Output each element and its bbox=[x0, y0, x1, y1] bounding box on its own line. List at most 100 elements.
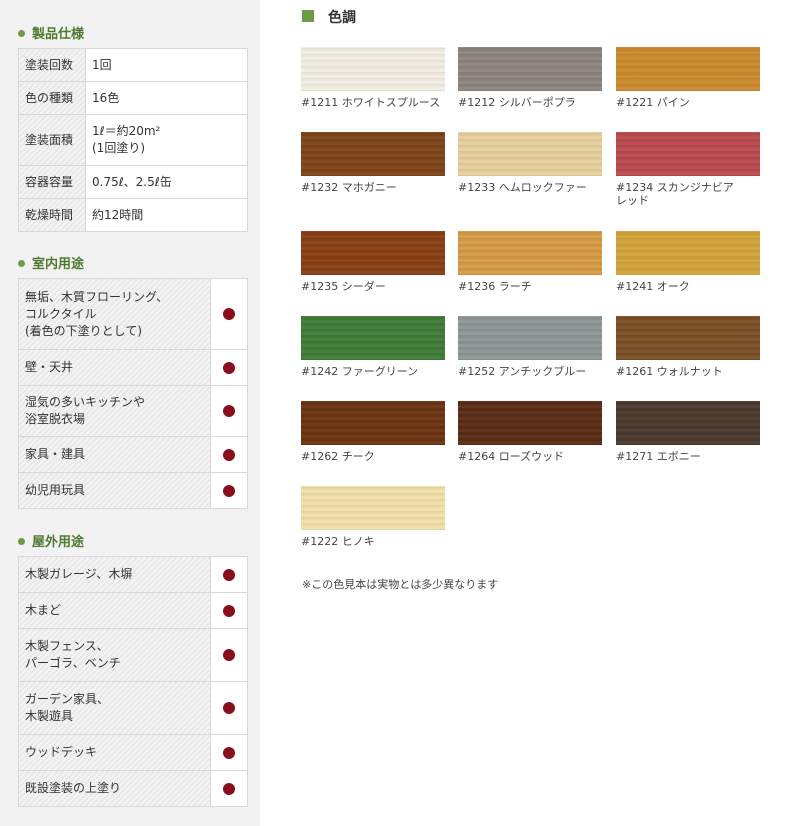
spec-key: 乾燥時間 bbox=[18, 198, 86, 232]
use-label: ウッドデッキ bbox=[18, 734, 211, 771]
use-label: 木製ガレージ、木塀 bbox=[18, 556, 211, 593]
color-swatch: #1211 ホワイトスプルース bbox=[301, 47, 445, 109]
use-label-line: 木製遊具 bbox=[25, 709, 74, 723]
use-mark-cell bbox=[210, 278, 248, 350]
color-swatch: #1233 ヘムロックファー bbox=[458, 132, 602, 194]
use-mark-cell bbox=[210, 349, 248, 386]
color-swatch: #1222 ヒノキ bbox=[301, 486, 445, 548]
color-swatch: #1232 マホガニー bbox=[301, 132, 445, 194]
swatch-chip bbox=[458, 316, 602, 360]
spec-value: 1ℓ＝約20m² (1回塗り) bbox=[85, 114, 248, 166]
color-swatch: #1242 ファーグリーン bbox=[301, 316, 445, 378]
suitable-mark-icon bbox=[223, 568, 235, 581]
spec-row: 塗装面積 1ℓ＝約20m² (1回塗り) bbox=[18, 114, 248, 166]
outdoor-row: 木製ガレージ、木塀 bbox=[18, 556, 248, 593]
swatch-label: #1212 シルバーポプラ bbox=[458, 96, 576, 109]
swatch-label: #1232 マホガニー bbox=[301, 181, 397, 194]
use-mark-cell bbox=[210, 734, 248, 771]
color-swatch: #1262 チーク bbox=[301, 401, 445, 463]
color-swatch: #1221 パイン bbox=[616, 47, 760, 109]
spec-key: 色の種類 bbox=[18, 81, 86, 115]
outdoor-heading: 屋外用途 bbox=[18, 531, 84, 550]
color-swatch: #1271 エボニー bbox=[616, 401, 760, 463]
colors-heading: 色調 bbox=[302, 7, 356, 27]
spec-value-line: 1ℓ＝約20m² bbox=[92, 124, 161, 138]
use-label-line: 木製フェンス、 bbox=[25, 639, 109, 653]
outdoor-row: 木製フェンス、 パーゴラ、ベンチ bbox=[18, 628, 248, 682]
color-swatch: #1264 ローズウッド bbox=[458, 401, 602, 463]
suitable-mark-icon bbox=[223, 782, 235, 795]
color-swatch: #1236 ラーチ bbox=[458, 231, 602, 293]
swatch-chip bbox=[458, 401, 602, 445]
use-label-line: ガーデン家具、 bbox=[25, 692, 110, 706]
spec-row: 容器容量 0.75ℓ、2.5ℓ缶 bbox=[18, 165, 248, 199]
use-mark-cell bbox=[210, 472, 248, 509]
indoor-row: 湿気の多いキッチンや 浴室脱衣場 bbox=[18, 385, 248, 437]
spec-table: 塗装回数 1回 色の種類 16色 塗装面積 1ℓ＝約20m² (1回塗り) 容器容量 0.… bbox=[18, 48, 248, 232]
use-mark-cell bbox=[210, 628, 248, 682]
use-label: ガーデン家具、 木製遊具 bbox=[18, 681, 211, 735]
suitable-mark-icon bbox=[223, 649, 235, 661]
spec-key: 容器容量 bbox=[18, 165, 86, 199]
indoor-row: 無垢、木質フローリング、 コルクタイル (着色の下塗りとして) bbox=[18, 278, 248, 350]
outdoor-row: ガーデン家具、 木製遊具 bbox=[18, 681, 248, 735]
use-label: 木まど bbox=[18, 592, 211, 629]
swatch-label: #1262 チーク bbox=[301, 450, 375, 463]
suitable-mark-icon bbox=[223, 702, 235, 714]
swatch-label: #1233 ヘムロックファー bbox=[458, 181, 587, 194]
spec-value: 1回 bbox=[85, 48, 248, 82]
spec-sidebar: 製品仕様 塗装回数 1回 色の種類 16色 塗装面積 1ℓ＝約20m² (1回塗り) 容… bbox=[0, 0, 260, 826]
color-swatch: #1212 シルバーポプラ bbox=[458, 47, 602, 109]
use-mark-cell bbox=[210, 556, 248, 593]
use-label: 壁・天井 bbox=[18, 349, 211, 386]
use-mark-cell bbox=[210, 592, 248, 629]
indoor-heading-label: 室内用途 bbox=[32, 257, 85, 272]
bullet-icon bbox=[18, 260, 25, 267]
use-label-line: パーゴラ、ベンチ bbox=[25, 656, 121, 670]
swatch-chip bbox=[301, 47, 445, 91]
swatch-chip bbox=[616, 401, 760, 445]
color-swatch: #1234 スカンジナビア レッド bbox=[616, 132, 760, 207]
spec-value-line: (1回塗り) bbox=[92, 141, 145, 155]
colors-heading-label: 色調 bbox=[328, 10, 356, 26]
color-disclaimer: ※この色見本は実物とは多少異なります bbox=[302, 578, 499, 591]
use-label: 幼児用玩具 bbox=[18, 472, 211, 509]
swatch-label: #1264 ローズウッド bbox=[458, 450, 565, 463]
swatch-label: #1261 ウォルナット bbox=[616, 365, 723, 378]
color-swatch: #1252 アンチックブルー bbox=[458, 316, 602, 378]
swatch-label: #1252 アンチックブルー bbox=[458, 365, 587, 378]
spec-heading-label: 製品仕様 bbox=[32, 27, 85, 42]
swatch-label: #1235 シーダー bbox=[301, 280, 386, 293]
indoor-row: 家具・建具 bbox=[18, 436, 248, 473]
use-label-line: 湿気の多いキッチンや bbox=[25, 395, 146, 409]
use-label-line: コルクタイル bbox=[25, 306, 97, 321]
swatch-chip bbox=[458, 47, 602, 91]
swatch-label: #1271 エボニー bbox=[616, 450, 701, 463]
use-label-line: 無垢、木質フローリング、 bbox=[25, 289, 169, 304]
suitable-mark-icon bbox=[223, 448, 235, 461]
suitable-mark-icon bbox=[223, 308, 235, 320]
use-label-line: 浴室脱衣場 bbox=[25, 412, 86, 426]
outdoor-row: ウッドデッキ bbox=[18, 734, 248, 771]
swatch-chip bbox=[301, 132, 445, 176]
swatch-label: #1234 スカンジナビア レッド bbox=[616, 181, 760, 207]
use-label: 木製フェンス、 パーゴラ、ベンチ bbox=[18, 628, 211, 682]
swatch-label: #1241 オーク bbox=[616, 280, 690, 293]
suitable-mark-icon bbox=[223, 484, 235, 497]
color-swatch: #1261 ウォルナット bbox=[616, 316, 760, 378]
suitable-mark-icon bbox=[223, 405, 235, 417]
indoor-table: 無垢、木質フローリング、 コルクタイル (着色の下塗りとして) 壁・天井 湿気の多い… bbox=[18, 278, 248, 509]
spec-key: 塗装面積 bbox=[18, 114, 86, 166]
spec-value: 約12時間 bbox=[85, 198, 248, 232]
swatch-label: #1236 ラーチ bbox=[458, 280, 532, 293]
swatch-chip bbox=[616, 132, 760, 176]
swatch-label-line: #1234 スカンジナビア bbox=[616, 181, 734, 194]
indoor-row: 壁・天井 bbox=[18, 349, 248, 386]
spec-row: 塗装回数 1回 bbox=[18, 48, 248, 82]
use-mark-cell bbox=[210, 681, 248, 735]
swatch-label: #1211 ホワイトスプルース bbox=[301, 96, 441, 109]
swatch-chip bbox=[301, 316, 445, 360]
use-label: 湿気の多いキッチンや 浴室脱衣場 bbox=[18, 385, 211, 437]
swatch-label: #1221 パイン bbox=[616, 96, 690, 109]
indoor-heading: 室内用途 bbox=[18, 253, 84, 272]
